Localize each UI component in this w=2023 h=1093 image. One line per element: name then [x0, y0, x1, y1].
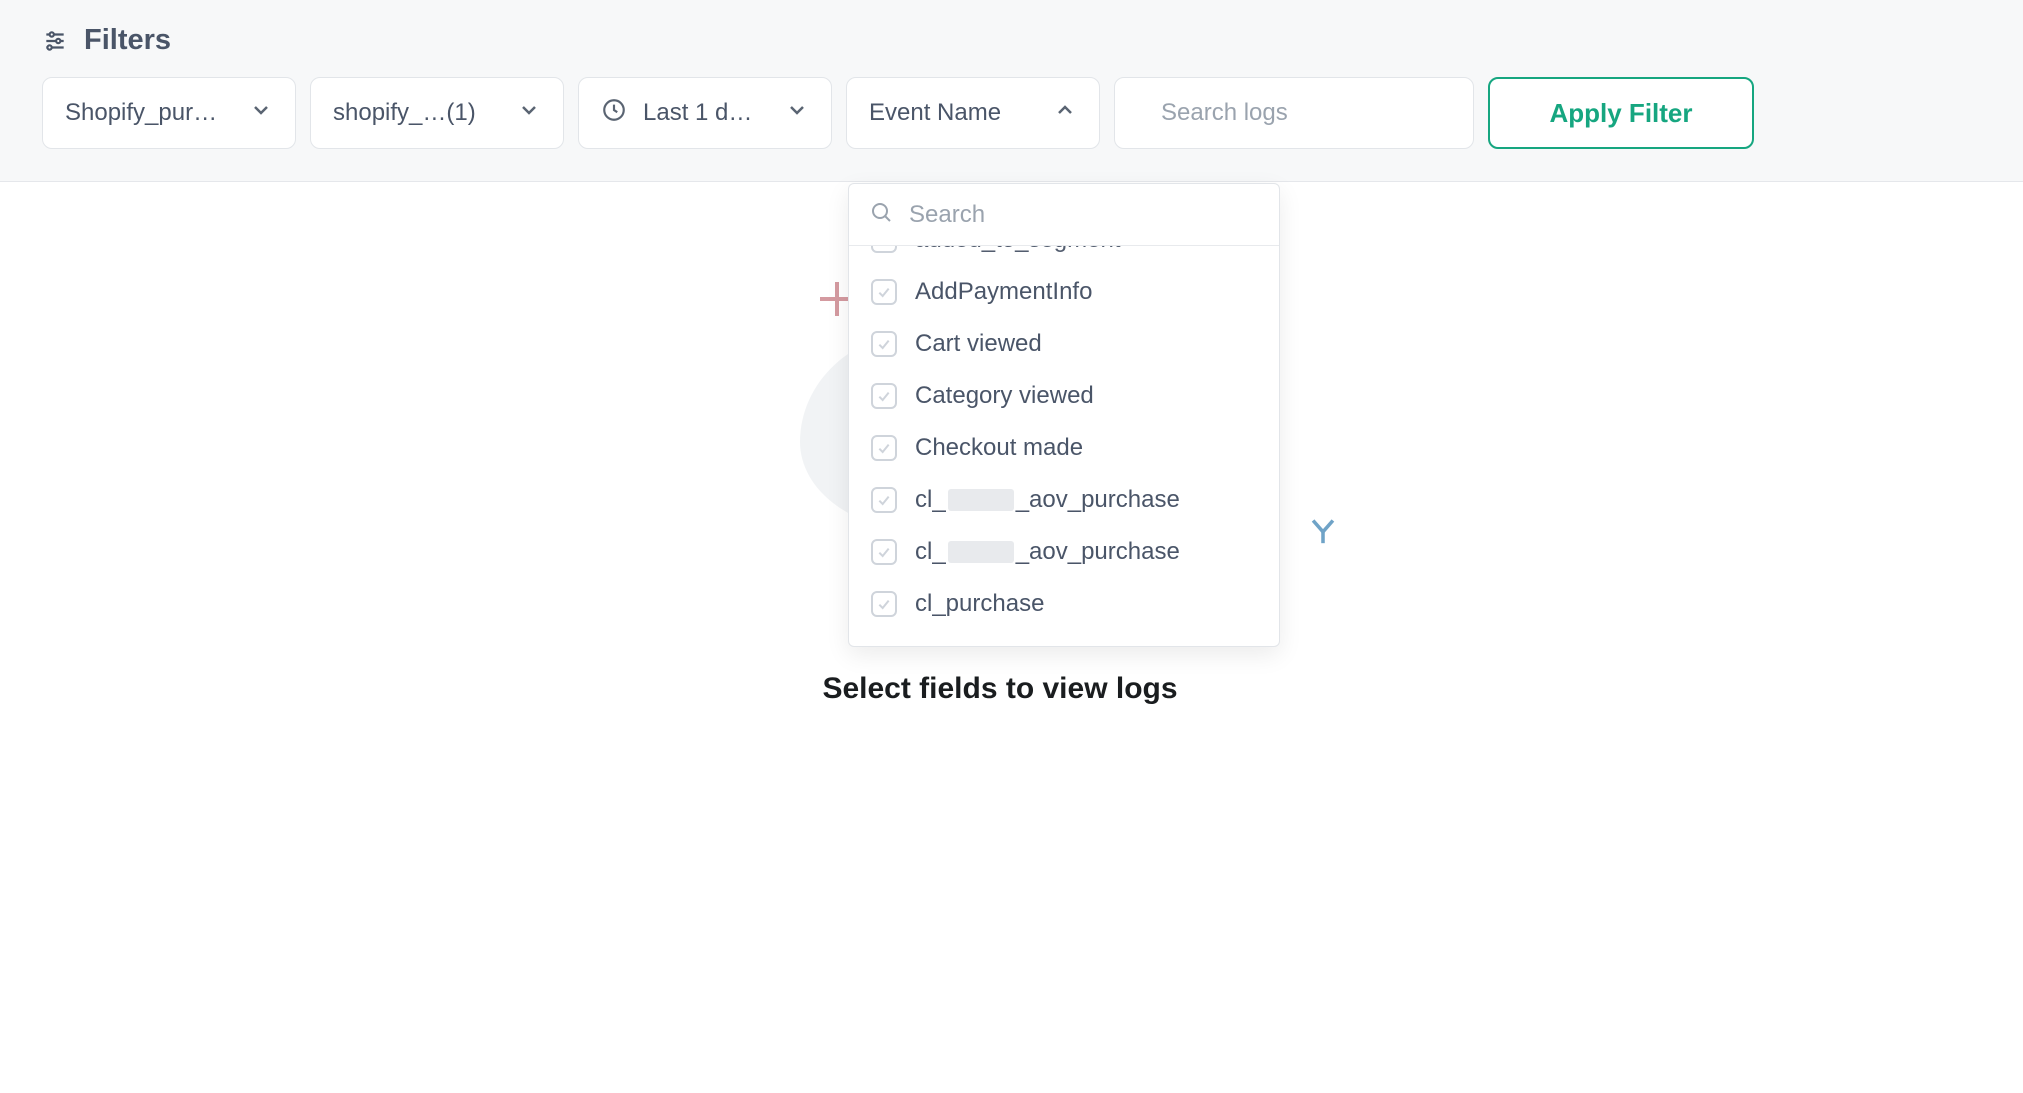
filters-bar: Filters Shopify_pur… shopify_…(1) Last 1… — [0, 0, 2023, 182]
source-dropdown[interactable]: Shopify_pur… — [42, 77, 296, 149]
empty-state-text: Select fields to view logs — [680, 672, 1320, 706]
checkbox-icon[interactable] — [871, 591, 897, 617]
filters-title: Filters — [84, 24, 171, 57]
event-option[interactable]: Category viewed — [849, 370, 1279, 422]
source-dropdown-label: Shopify_pur… — [65, 99, 249, 127]
event-option-label: cl__aov_purchase — [915, 538, 1180, 566]
apply-filter-button[interactable]: Apply Filter — [1488, 77, 1754, 149]
event-name-dropdown-panel: added_to_segment AddPaymentInfo Cart viewe… — [848, 183, 1280, 647]
checkbox-icon[interactable] — [871, 435, 897, 461]
destination-dropdown-label: shopify_…(1) — [333, 99, 517, 127]
event-dropdown-search — [849, 184, 1279, 246]
redacted-text — [948, 489, 1014, 511]
redacted-text — [948, 541, 1014, 563]
destination-dropdown[interactable]: shopify_…(1) — [310, 77, 564, 149]
event-option-label: Category viewed — [915, 382, 1094, 410]
event-option[interactable]: cl__aov_purchase — [849, 526, 1279, 578]
filters-icon — [42, 28, 68, 54]
event-dropdown-search-input[interactable] — [909, 201, 1259, 229]
checkbox-icon[interactable] — [871, 487, 897, 513]
event-option-label: cl__aov_purchase — [915, 486, 1180, 514]
search-icon — [869, 200, 893, 229]
event-option[interactable]: cl__aov_purchase — [849, 474, 1279, 526]
sparkle-decoration-icon — [1306, 512, 1340, 546]
chevron-down-icon — [785, 98, 809, 129]
event-option[interactable]: AddPaymentInfo — [849, 266, 1279, 318]
chevron-up-icon — [1053, 98, 1077, 129]
event-option-label: AddPaymentInfo — [915, 278, 1092, 306]
event-option[interactable]: Checkout made — [849, 422, 1279, 474]
event-name-dropdown-label: Event Name — [869, 99, 1053, 127]
event-option-label: Cart viewed — [915, 330, 1042, 358]
search-logs-input[interactable] — [1114, 77, 1474, 149]
event-option[interactable]: added_to_segment — [849, 246, 1279, 266]
checkbox-icon[interactable] — [871, 539, 897, 565]
checkbox-icon[interactable] — [871, 331, 897, 357]
timerange-dropdown-label: Last 1 d… — [643, 99, 785, 127]
event-option-label: cl_purchase — [915, 590, 1044, 618]
event-option-label: Checkout made — [915, 434, 1083, 462]
chevron-down-icon — [517, 98, 541, 129]
timerange-dropdown[interactable]: Last 1 d… — [578, 77, 832, 149]
clock-icon — [601, 97, 627, 130]
checkbox-icon[interactable] — [871, 383, 897, 409]
filters-row: Shopify_pur… shopify_…(1) Last 1 d… Ev — [42, 77, 1981, 149]
event-option[interactable]: cl_purchase — [849, 578, 1279, 630]
event-option-label: added_to_segment — [915, 246, 1121, 254]
event-option[interactable]: Cart viewed — [849, 318, 1279, 370]
chevron-down-icon — [249, 98, 273, 129]
event-dropdown-list[interactable]: added_to_segment AddPaymentInfo Cart viewe… — [849, 246, 1279, 646]
filters-header: Filters — [42, 24, 1981, 57]
checkbox-icon[interactable] — [871, 279, 897, 305]
event-name-dropdown[interactable]: Event Name — [846, 77, 1100, 149]
checkbox-icon[interactable] — [871, 246, 897, 253]
